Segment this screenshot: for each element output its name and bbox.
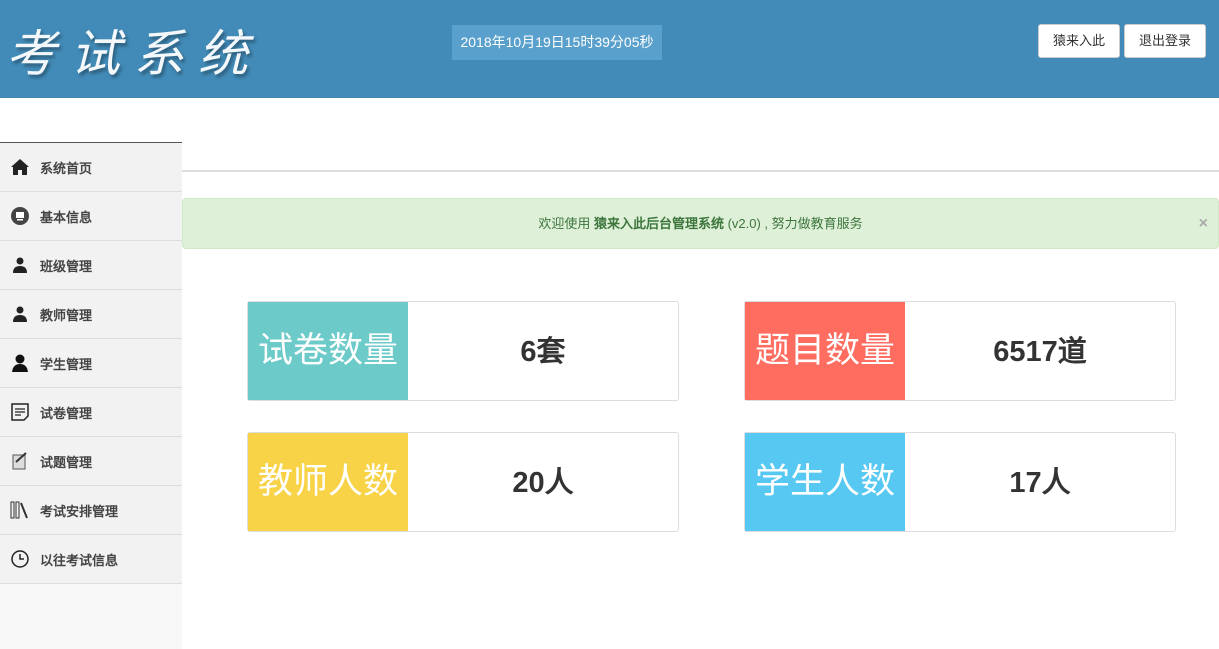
edit-icon: [10, 451, 30, 471]
sidebar-item-home[interactable]: 系统首页: [0, 143, 182, 192]
sidebar-item-questions[interactable]: 试题管理: [0, 437, 182, 486]
books-icon: [10, 500, 30, 520]
stat-label: 教师人数: [248, 433, 408, 531]
clock-icon: [10, 549, 30, 569]
stat-value: 20人: [408, 433, 678, 531]
monitor-icon: [10, 206, 30, 226]
user-icon: [10, 255, 30, 275]
welcome-alert: 欢迎使用 猿来入此后台管理系统 (v2.0) , 努力做教育服务 ×: [182, 198, 1219, 249]
home-icon: [10, 157, 30, 177]
alert-suffix: , 努力做教育服务: [761, 216, 863, 231]
datetime-display: 2018年10月19日15时39分05秒: [452, 25, 662, 60]
sidebar-item-label: 考试安排管理: [40, 501, 118, 520]
sidebar-item-label: 系统首页: [40, 158, 92, 177]
alert-system-name: 猿来入此后台管理系统: [594, 216, 724, 231]
stat-label: 学生人数: [745, 433, 905, 531]
logout-button[interactable]: 退出登录: [1124, 24, 1206, 58]
sidebar-item-label: 班级管理: [40, 256, 92, 275]
close-icon[interactable]: ×: [1199, 199, 1208, 248]
stat-card-students: 学生人数17人: [744, 432, 1176, 532]
sidebar-item-basic-info[interactable]: 基本信息: [0, 192, 182, 241]
stat-value: 6套: [408, 302, 678, 400]
sidebar-item-label: 教师管理: [40, 305, 92, 324]
alert-prefix: 欢迎使用: [538, 216, 594, 231]
stat-card-teachers: 教师人数20人: [247, 432, 679, 532]
stat-value: 6517道: [905, 302, 1175, 400]
sidebar-item-label: 以往考试信息: [40, 550, 118, 569]
document-icon: [10, 402, 30, 422]
stat-card-papers: 试卷数量6套: [247, 301, 679, 401]
sidebar-item-teacher[interactable]: 教师管理: [0, 290, 182, 339]
stat-card-questions: 题目数量6517道: [744, 301, 1176, 401]
header: 考试系统 2018年10月19日15时39分05秒 猿来入此 退出登录: [0, 0, 1219, 98]
user-button[interactable]: 猿来入此: [1038, 24, 1120, 58]
sidebar-item-label: 试题管理: [40, 452, 92, 471]
logo: 考试系统: [6, 14, 262, 86]
sidebar-item-label: 基本信息: [40, 207, 92, 226]
user-icon: [10, 304, 30, 324]
sidebar-item-paper[interactable]: 试卷管理: [0, 388, 182, 437]
sidebar-item-class[interactable]: 班级管理: [0, 241, 182, 290]
alert-version: (v2.0): [724, 216, 761, 231]
divider: [182, 170, 1219, 172]
sidebar-item-student[interactable]: 学生管理: [0, 339, 182, 388]
sidebar-item-past-exams[interactable]: 以往考试信息: [0, 535, 182, 584]
stat-label: 试卷数量: [248, 302, 408, 400]
stat-label: 题目数量: [745, 302, 905, 400]
stat-value: 17人: [905, 433, 1175, 531]
sidebar-item-label: 学生管理: [40, 354, 92, 373]
student-icon: [10, 353, 30, 373]
sidebar: 系统首页 基本信息 班级管理 教师管理 学生管理 试卷管理 试题管理 考试安排管…: [0, 142, 182, 649]
sidebar-item-label: 试卷管理: [40, 403, 92, 422]
sidebar-item-exam-schedule[interactable]: 考试安排管理: [0, 486, 182, 535]
